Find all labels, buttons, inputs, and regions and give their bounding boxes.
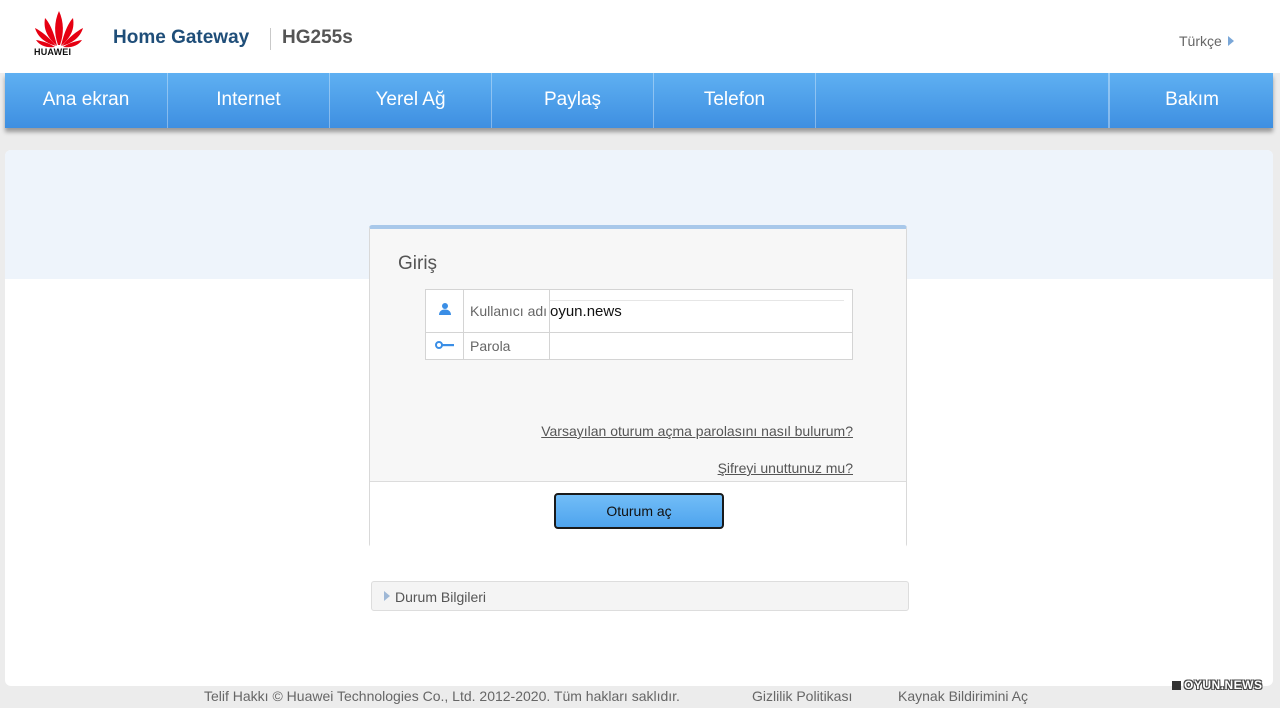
nav-spacer <box>815 73 1109 128</box>
forgot-password-link[interactable]: Şifreyi unuttunuz mu? <box>718 460 853 476</box>
nav-item-phone[interactable]: Telefon <box>654 73 816 128</box>
title-divider <box>270 28 271 50</box>
footer: Telif Hakkı © Huawei Technologies Co., L… <box>0 688 1280 708</box>
login-form: Kullanıcı adı Parola <box>425 289 853 360</box>
default-password-link[interactable]: Varsayılan oturum açma parolasını nasıl … <box>541 423 853 439</box>
password-row: Parola <box>425 332 853 360</box>
login-button[interactable]: Oturum aç <box>554 493 724 529</box>
username-label: Kullanıcı adı <box>463 289 550 333</box>
login-card-footer: Oturum aç <box>370 481 906 548</box>
key-icon <box>434 341 454 349</box>
logo-text: HUAWEI <box>34 47 72 57</box>
login-card: Giriş Kullanıcı adı oyun.news Parola Var… <box>369 225 907 548</box>
password-label: Parola <box>463 332 550 360</box>
username-row: Kullanıcı adı <box>425 289 853 333</box>
triangle-right-icon <box>1227 36 1234 46</box>
privacy-link[interactable]: Gizlilik Politikası <box>752 688 852 704</box>
nav-item-internet[interactable]: Internet <box>168 73 330 128</box>
nav-item-home[interactable]: Ana ekran <box>5 73 168 128</box>
triangle-right-icon <box>384 591 390 601</box>
model-name: HG255s <box>282 27 353 48</box>
user-icon <box>438 302 451 315</box>
nav-item-local-network[interactable]: Yerel Ağ <box>330 73 492 128</box>
language-selector[interactable]: Türkçe <box>1179 33 1234 49</box>
watermark: OYUN.NEWS <box>1172 678 1263 692</box>
main-nav: Ana ekran Internet Yerel Ağ Paylaş Telef… <box>5 73 1273 128</box>
copyright-text: Telif Hakkı © Huawei Technologies Co., L… <box>204 688 680 704</box>
status-info-toggle[interactable]: Durum Bilgileri <box>371 581 909 611</box>
password-input[interactable] <box>550 335 840 357</box>
nav-item-maintenance[interactable]: Bakım <box>1109 73 1274 128</box>
nav-item-share[interactable]: Paylaş <box>492 73 654 128</box>
open-source-notice-link[interactable]: Kaynak Bildirimini Aç <box>898 688 1028 704</box>
username-input[interactable] <box>550 300 840 323</box>
login-title: Giriş <box>398 253 438 274</box>
language-label: Türkçe <box>1179 33 1222 49</box>
header: HUAWEI Home Gateway HG255s Türkçe <box>0 0 1280 73</box>
product-title: Home Gateway <box>113 27 250 48</box>
watermark-text: OYUN.NEWS <box>1184 678 1263 692</box>
watermark-icon <box>1172 681 1181 690</box>
status-info-label: Durum Bilgileri <box>395 589 487 605</box>
